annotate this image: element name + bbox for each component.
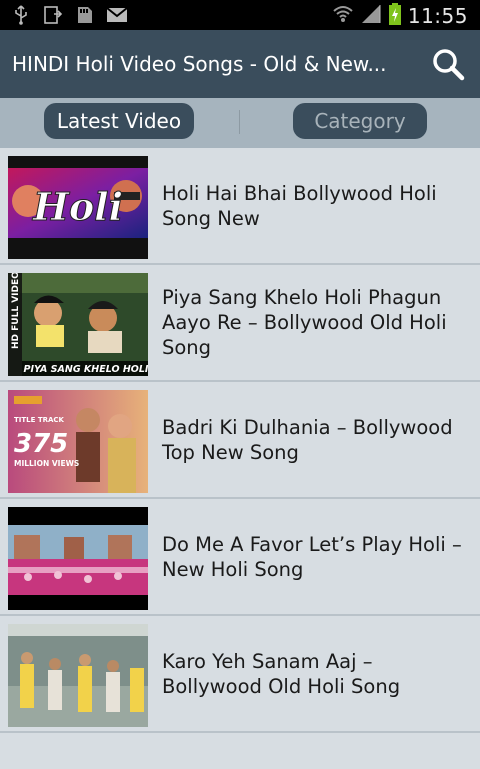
thumbnail-text: 375 [14,429,68,459]
video-title: Holi Hai Bhai Bollywood Holi Song New [162,181,437,230]
thumbnail-text: Holi [32,184,123,229]
usb-icon [10,4,32,26]
list-item[interactable]: TITLE TRACK 375 MILLION VIEWS Badri Ki D… [0,382,480,499]
list-item[interactable]: HD FULL VIDEO PIYA SANG KHELO HOLI Piya … [0,265,480,382]
status-bar: 11:55 [0,0,480,30]
thumbnail-badge: TITLE TRACK [14,416,65,424]
thumbnail-side-text: HD FULL VIDEO [11,273,21,349]
video-title: Piya Sang Khelo Holi Phagun Aayo Re – Bo… [162,286,447,359]
wifi-icon [332,3,354,29]
video-thumbnail [8,507,148,610]
clock: 11:55 [407,4,468,28]
list-item[interactable]: Karo Yeh Sanam Aaj – Bollywood Old Holi … [0,616,480,733]
thumbnail-sub-text: MILLION VIEWS [14,459,79,468]
list-item[interactable]: Holi Holi Hai Bhai Bollywood Holi Song N… [0,148,480,265]
app-bar: HINDI Holi Video Songs - Old & New... [0,30,480,98]
tab-divider [239,110,240,134]
signal-icon [360,3,382,29]
video-thumbnail [8,624,148,727]
download-icon [42,4,64,26]
video-thumbnail: TITLE TRACK 375 MILLION VIEWS [8,390,148,493]
video-title: Do Me A Favor Let’s Play Holi – New Holi… [162,532,462,581]
tab-bar: Latest Video Category [0,98,480,148]
video-thumbnail: HD FULL VIDEO PIYA SANG KHELO HOLI [8,273,148,376]
video-title: Karo Yeh Sanam Aaj – Bollywood Old Holi … [162,649,401,698]
search-button[interactable] [428,44,468,84]
video-thumbnail: Holi [8,156,148,259]
page-title: HINDI Holi Video Songs - Old & New... [12,52,387,76]
sd-card-icon [74,4,96,26]
gmail-icon [106,4,128,26]
search-icon [433,49,465,81]
list-item[interactable]: Do Me A Favor Let’s Play Holi – New Holi… [0,499,480,616]
video-title: Badri Ki Dulhania – Bollywood Top New So… [162,415,453,464]
tab-category[interactable]: Category [293,103,427,139]
thumbnail-text: PIYA SANG KHELO HOLI [24,364,148,375]
battery-charging-icon [388,2,402,30]
tab-latest-video[interactable]: Latest Video [44,103,194,139]
video-list: Holi Holi Hai Bhai Bollywood Holi Song N… [0,148,480,733]
